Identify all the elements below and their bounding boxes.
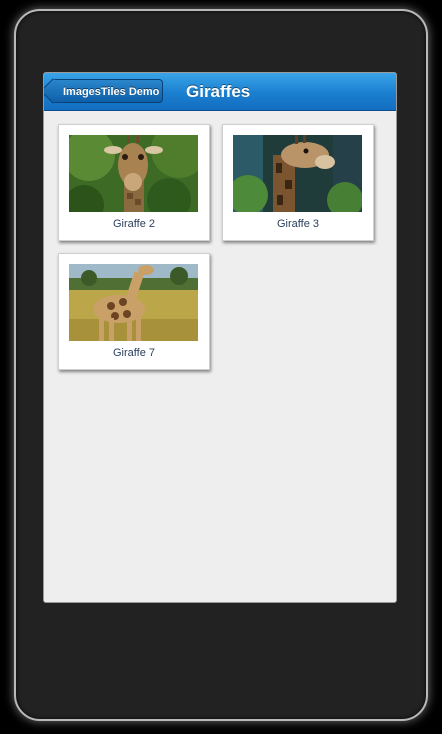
app-screen: ImagesTiles Demo Giraffes Giraffe 2 Gira… — [43, 72, 397, 603]
image-tile[interactable]: Giraffe 2 — [58, 124, 210, 241]
giraffe-image — [69, 264, 198, 341]
back-button[interactable]: ImagesTiles Demo — [44, 78, 163, 104]
image-tile[interactable]: Giraffe 3 — [222, 124, 374, 241]
navigation-bar: ImagesTiles Demo Giraffes — [44, 73, 396, 111]
tile-caption: Giraffe 3 — [277, 218, 319, 230]
giraffe-image — [69, 135, 198, 212]
page-title: Giraffes — [186, 82, 251, 101]
tile-caption: Giraffe 2 — [113, 218, 155, 230]
giraffe-image — [233, 135, 362, 212]
back-button-label: ImagesTiles Demo — [63, 86, 160, 98]
tile-caption: Giraffe 7 — [113, 347, 155, 359]
image-tile[interactable]: Giraffe 7 — [58, 253, 210, 370]
